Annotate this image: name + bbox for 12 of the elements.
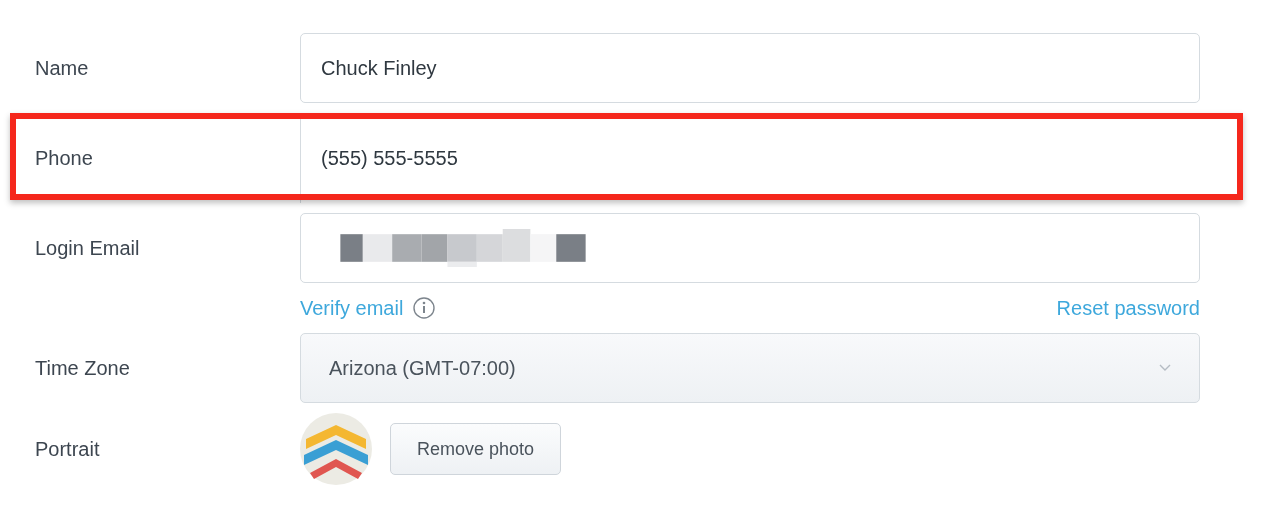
field-label: Phone [34,146,94,171]
remove-photo-button[interactable]: Remove photo [390,423,562,475]
portrait-image [300,413,372,485]
chevron-down-icon [1159,364,1171,372]
field-label: Login Email [34,236,141,261]
field-label: Name [34,56,90,81]
email-field[interactable] [300,213,1200,283]
time-zone-select[interactable]: Arizona (GMT-07:00) [300,333,1200,403]
field-label: Time Zone [34,356,131,381]
field-label: Portrait [34,437,101,462]
info-icon[interactable] [413,297,436,319]
text-field[interactable]: Chuck Finley [300,33,1200,103]
